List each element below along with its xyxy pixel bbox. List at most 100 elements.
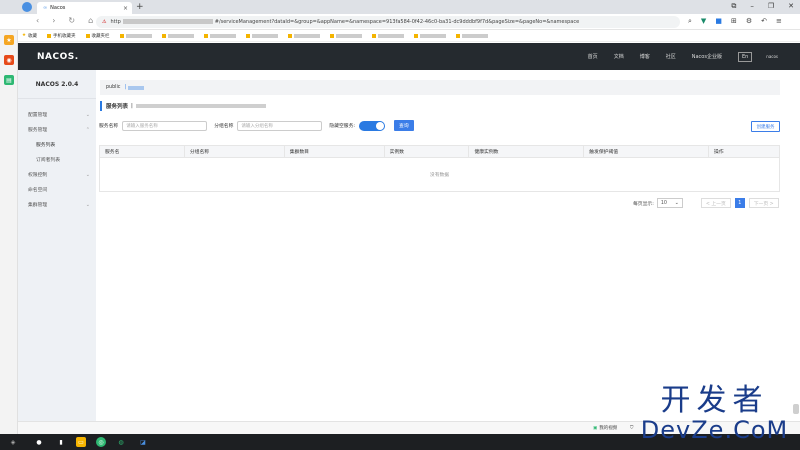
nacos-logo[interactable]: NACOS. <box>37 52 79 62</box>
window-minimize-icon[interactable]: – <box>750 2 754 11</box>
bookmark-item[interactable] <box>203 33 236 38</box>
group-name-input[interactable]: 请输入分组名称 <box>237 120 323 131</box>
reload-icon[interactable]: ↻ <box>68 16 75 25</box>
bookmark-item[interactable]: 收藏夹栏 <box>85 33 110 39</box>
namespace-current[interactable]: | <box>124 85 145 90</box>
col-group-name: 分组名称 <box>183 145 285 158</box>
search-icon[interactable]: ⌕ <box>688 17 692 26</box>
bookmark-item[interactable]: 手机收藏夹 <box>47 33 76 39</box>
browser-tabbar: ∞ Nacos × + ⧉ – ❐ ✕ <box>0 0 800 14</box>
filter-bar: 服务名称 请输入服务名称 分组名称 请输入分组名称 隐藏空服务: 查询 <box>99 120 414 131</box>
bookmark-item[interactable] <box>245 33 278 38</box>
col-instance-count: 实例数 <box>383 145 469 158</box>
undo-icon[interactable]: ↶ <box>761 17 767 26</box>
weibo-icon[interactable]: ◉ <box>4 55 14 65</box>
translate-icon[interactable]: ■ <box>715 17 722 26</box>
sidebar-item-label: 服务列表 <box>36 143 56 148</box>
forward-icon[interactable]: › <box>52 16 55 25</box>
extension-icon[interactable]: ▼ <box>701 17 706 26</box>
chat-icon[interactable]: ● <box>34 437 44 447</box>
namespace-public[interactable]: public <box>106 85 120 90</box>
my-video-button[interactable]: ▣ 我的视频 <box>593 425 617 432</box>
create-service-button[interactable]: 创建服务 <box>751 121 780 132</box>
language-switch[interactable]: En <box>737 51 753 62</box>
settings-icon[interactable]: ⚙ <box>746 17 752 26</box>
service-name-input[interactable]: 请输入服务名称 <box>122 120 208 131</box>
tab-close-icon[interactable]: × <box>123 5 128 12</box>
page-size-select[interactable]: 10 ⌄ <box>656 198 683 208</box>
site-watermark: 开发者 DevZe.CoM <box>632 385 797 444</box>
service-table: 服务名 分组名称 集群数目 实例数 健康实例数 触发保护阈值 操作 没有数据 <box>99 145 780 192</box>
home-icon[interactable]: ⌂ <box>88 16 93 25</box>
browser-toolbar: ‹ › ↻ ⌂ ⚠ http #/serviceManagement?dataId… <box>0 14 800 30</box>
media-icon[interactable]: ▮ <box>56 437 66 447</box>
chevron-up-icon: ⌃ <box>85 126 90 133</box>
sidebar-item-permission[interactable]: 权限控制 ⌄ <box>18 167 96 182</box>
folder-icon <box>287 33 292 38</box>
group-name-label: 分组名称 <box>214 124 234 129</box>
page-size-label: 每页显示: <box>633 201 654 207</box>
hide-empty-toggle[interactable] <box>359 120 386 131</box>
user-menu[interactable]: nacos <box>766 54 778 59</box>
bookmark-item[interactable] <box>371 33 404 38</box>
extensions-bar: ⌕ ▼ ■ ⊞ ⚙ ↶ ≡ <box>688 17 782 26</box>
folder-icon <box>161 33 166 38</box>
sidebar-item-label: 集群管理 <box>28 203 48 208</box>
browser-app-icon[interactable]: ◎ <box>96 437 106 447</box>
grid-icon[interactable]: ⊞ <box>731 17 737 26</box>
version-label: NACOS 2.0.4 <box>18 70 96 99</box>
app-icon[interactable]: ▤ <box>4 75 14 85</box>
namespace-breadcrumb: public | <box>100 80 780 95</box>
nav-community[interactable]: 社区 <box>666 53 676 60</box>
new-tab-icon[interactable]: + <box>136 2 144 12</box>
bookmark-item[interactable] <box>455 33 488 38</box>
bookmark-item[interactable] <box>161 33 194 38</box>
bookmark-item[interactable] <box>413 33 446 38</box>
table-header-row: 服务名 分组名称 集群数目 实例数 健康实例数 触发保护阈值 操作 <box>99 145 780 158</box>
next-page-button[interactable]: 下一页 > <box>748 198 779 208</box>
window-close-icon[interactable]: ✕ <box>788 2 794 11</box>
nav-blog[interactable]: 博客 <box>640 53 650 60</box>
table-empty-row: 没有数据 <box>99 157 780 192</box>
sidebar-item-label: 权限控制 <box>28 173 48 178</box>
nav-enterprise[interactable]: Nacos企业版 <box>692 53 722 60</box>
sidebar-item-namespace[interactable]: 命名空间 <box>18 182 96 197</box>
app-icon[interactable]: ◪ <box>138 437 148 447</box>
sidebar-item-service-list[interactable]: 服务列表 <box>18 137 96 152</box>
folder-icon <box>119 33 124 38</box>
folder-icon <box>85 33 90 38</box>
back-icon[interactable]: ‹ <box>36 16 39 25</box>
window-restore-icon[interactable]: ⧉ <box>731 2 736 11</box>
nav-docs[interactable]: 文档 <box>614 53 624 60</box>
chevron-down-icon: ⌄ <box>85 111 90 118</box>
window-maximize-icon[interactable]: ❐ <box>768 2 774 11</box>
sidebar-item-service[interactable]: 服务管理 ⌃ <box>18 122 96 137</box>
bookmark-item[interactable] <box>287 33 320 38</box>
nacos-header: NACOS. 首页 文档 博客 社区 Nacos企业版 En nacos <box>18 43 800 70</box>
sidebar-item-subscribers[interactable]: 订阅者列表 <box>18 152 96 167</box>
browser-logo-icon <box>22 2 32 12</box>
bookmark-item[interactable]: ★ 收藏 <box>22 33 37 39</box>
favorites-icon[interactable]: ★ <box>4 35 14 45</box>
nav-home[interactable]: 首页 <box>588 53 598 60</box>
namespace-id-redacted <box>135 104 266 108</box>
bookmark-item[interactable] <box>119 33 152 38</box>
browser-tab[interactable]: ∞ Nacos × <box>37 2 132 14</box>
col-protect-threshold: 触发保护阈值 <box>583 145 709 158</box>
start-icon[interactable]: ◈ <box>8 437 18 447</box>
page-size-value: 10 <box>660 200 667 206</box>
query-button[interactable]: 查询 <box>394 120 414 131</box>
nav-buttons: ‹ › ↻ ⌂ <box>36 16 93 25</box>
nacos-favicon-icon: ∞ <box>43 5 48 11</box>
file-explorer-icon[interactable]: ▭ <box>76 437 86 447</box>
address-bar[interactable]: ⚠ http #/serviceManagement?dataId=&group=… <box>96 16 680 28</box>
sidebar-item-cluster[interactable]: 集群管理 ⌄ <box>18 197 96 212</box>
empty-text: 没有数据 <box>99 157 780 192</box>
menu-icon[interactable]: ≡ <box>776 17 782 26</box>
bookmark-item[interactable] <box>329 33 362 38</box>
wechat-icon[interactable]: ◍ <box>116 437 126 447</box>
page-number-current[interactable]: 1 <box>734 198 745 208</box>
prev-page-button[interactable]: < 上一页 <box>700 198 731 208</box>
sidebar-item-config[interactable]: 配置管理 ⌄ <box>18 107 96 122</box>
video-icon: ▣ <box>593 425 598 431</box>
